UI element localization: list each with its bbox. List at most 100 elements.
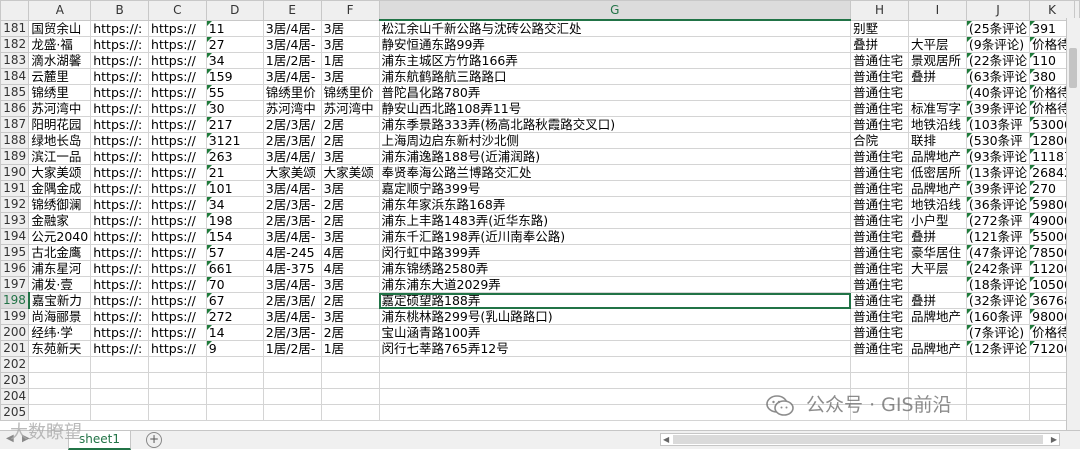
cell-f[interactable] [320, 388, 380, 405]
cell-j[interactable] [965, 372, 1031, 389]
cell-j[interactable] [965, 404, 1031, 421]
cell-e[interactable]: 3居/4居- [262, 276, 322, 293]
column-header-g[interactable]: G [378, 0, 852, 21]
cell-f[interactable] [320, 372, 380, 389]
cell-i[interactable]: 小户型 [908, 212, 967, 229]
cell-c[interactable]: https:// [148, 180, 207, 197]
cell-i[interactable]: 景观居所 [908, 52, 967, 69]
cell-h[interactable]: 普通住宅 [850, 212, 909, 229]
cell-d[interactable] [205, 372, 264, 389]
cell-d[interactable] [205, 388, 264, 405]
cell-j[interactable]: (47条评论 [965, 244, 1031, 261]
cell-a[interactable]: 国贸余山 [28, 19, 92, 37]
cell-j[interactable]: (12条评论 [965, 340, 1031, 357]
cell-f[interactable]: 1居 [320, 340, 380, 357]
cell-i[interactable]: 叠拼 [908, 228, 967, 245]
row-header[interactable]: 194 [0, 228, 30, 245]
row-header[interactable]: 200 [0, 324, 30, 341]
cell-a[interactable]: 嘉宝新力 [28, 292, 92, 309]
cell-f[interactable]: 2居 [320, 292, 380, 309]
cell-j[interactable] [965, 356, 1031, 373]
row-header[interactable]: 192 [0, 196, 30, 213]
cell-j[interactable] [965, 388, 1031, 405]
cell-b[interactable]: https://: [90, 228, 150, 245]
cell-j[interactable]: (9条评论) [965, 36, 1031, 53]
cell-h[interactable]: 普通住宅 [850, 68, 909, 85]
cell-i[interactable]: 豪华居住 [908, 244, 967, 261]
cell-e[interactable]: 2居/3居/ [262, 292, 322, 309]
cell-b[interactable]: https://: [90, 212, 150, 229]
cell-e[interactable]: 2居/3居/ [262, 116, 322, 133]
cell-d[interactable]: 9 [205, 340, 264, 357]
cell-c[interactable]: https:// [148, 100, 207, 117]
row-header[interactable]: 204 [0, 388, 30, 405]
cell-a[interactable]: 云麓里 [28, 68, 92, 85]
cell-j[interactable]: (93条评论 [965, 148, 1031, 165]
cell-a[interactable]: 浦发·壹 [28, 276, 92, 293]
cell-i[interactable]: 品牌地产 [908, 180, 967, 197]
cell-g[interactable]: 普陀昌化路780弄 [378, 84, 852, 101]
cell-j[interactable]: (121条评 [965, 228, 1031, 245]
cell-h[interactable]: 普通住宅 [850, 276, 909, 293]
cell-j[interactable]: (530条评 [965, 132, 1031, 149]
cell-a[interactable]: 滴水湖馨 [28, 52, 92, 69]
cell-h[interactable]: 叠拼 [850, 36, 909, 53]
row-header[interactable]: 188 [0, 132, 30, 149]
cell-d[interactable]: 27 [205, 36, 264, 53]
cell-d[interactable]: 70 [205, 276, 264, 293]
cell-a[interactable]: 古北金鹰 [28, 244, 92, 261]
cell-a[interactable] [28, 356, 92, 373]
cell-d[interactable]: 272 [205, 308, 264, 325]
cell-b[interactable]: https://: [90, 52, 150, 69]
cell-b[interactable] [90, 372, 150, 389]
row-header[interactable]: 190 [0, 164, 30, 181]
cell-j[interactable]: (25条评论 [965, 19, 1031, 37]
cell-d[interactable]: 217 [205, 116, 264, 133]
cell-j[interactable]: (13条评论 [965, 164, 1031, 181]
cell-c[interactable]: https:// [148, 132, 207, 149]
cell-g[interactable]: 浦东航鹤路航三路路口 [378, 68, 852, 85]
cell-c[interactable]: https:// [148, 212, 207, 229]
cell-c[interactable]: https:// [148, 340, 207, 357]
cell-b[interactable]: https://: [90, 324, 150, 341]
column-header-j[interactable]: J [965, 0, 1031, 21]
row-header[interactable]: 202 [0, 356, 30, 373]
cell-g[interactable]: 浦东上丰路1483弄(近华东路) [378, 212, 852, 229]
cell-a[interactable]: 滨江一品 [28, 148, 92, 165]
cell-a[interactable]: 龙盛·福 [28, 36, 92, 53]
cell-e[interactable]: 4居-375 [262, 260, 322, 277]
cell-i[interactable] [908, 276, 967, 293]
cell-j[interactable]: (103条评 [965, 116, 1031, 133]
cell-d[interactable]: 57 [205, 244, 264, 261]
cell-b[interactable]: https://: [90, 308, 150, 325]
cell-e[interactable]: 4居-245 [262, 244, 322, 261]
cell-c[interactable]: https:// [148, 276, 207, 293]
cell-g[interactable]: 松江余山千新公路与沈砖公路交汇处 [378, 19, 852, 37]
cell-f[interactable]: 2居 [320, 196, 380, 213]
row-header[interactable]: 182 [0, 36, 30, 53]
cell-e[interactable] [262, 388, 322, 405]
cell-c[interactable]: https:// [148, 19, 207, 37]
cell-g[interactable]: 奉贤奉海公路兰博路交汇处 [378, 164, 852, 181]
cell-e[interactable]: 2居/3居- [262, 324, 322, 341]
cell-g[interactable] [378, 356, 852, 373]
cell-c[interactable]: https:// [148, 164, 207, 181]
cell-b[interactable]: https://: [90, 276, 150, 293]
cell-g[interactable]: 嘉定顺宁路399号 [378, 180, 852, 197]
cell-h[interactable]: 普通住宅 [850, 116, 909, 133]
cell-e[interactable]: 2居/3居- [262, 212, 322, 229]
cell-a[interactable] [28, 388, 92, 405]
cell-a[interactable]: 东苑新天 [28, 340, 92, 357]
cell-d[interactable]: 3121 [205, 132, 264, 149]
cell-a[interactable]: 绿地长岛 [28, 132, 92, 149]
cell-b[interactable]: https://: [90, 116, 150, 133]
cell-e[interactable]: 3居/4居- [262, 308, 322, 325]
cell-b[interactable]: https://: [90, 164, 150, 181]
cell-f[interactable]: 3居 [320, 308, 380, 325]
cell-b[interactable]: https://: [90, 84, 150, 101]
cell-b[interactable]: https://: [90, 36, 150, 53]
cell-d[interactable]: 34 [205, 196, 264, 213]
cell-g[interactable]: 浦东千汇路198弄(近川南奉公路) [378, 228, 852, 245]
cell-h[interactable] [850, 356, 909, 373]
cell-g[interactable]: 浦东主城区方竹路166弄 [378, 52, 852, 69]
